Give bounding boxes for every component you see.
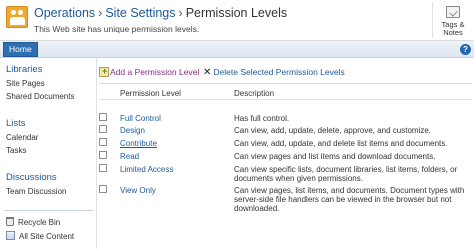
row-checkbox[interactable] <box>99 151 107 159</box>
breadcrumb-separator: › <box>98 6 103 20</box>
quick-launch-heading-libraries[interactable]: Libraries <box>6 64 42 75</box>
permission-description: Has full control. <box>234 114 290 123</box>
permission-description: Can view, add, update, delete, approve, … <box>234 126 432 135</box>
row-checkbox[interactable] <box>99 185 107 193</box>
permission-description: Can view pages and list items and downlo… <box>234 152 436 161</box>
delete-permission-levels-button[interactable]: ✕ Delete Selected Permission Levels <box>203 66 345 79</box>
breadcrumb-operations-link[interactable]: Operations <box>34 6 95 20</box>
permission-level-link[interactable]: View Only <box>120 186 156 195</box>
quick-launch-item-shared-documents[interactable]: Shared Documents <box>6 92 74 101</box>
quick-launch-item-team-discussion[interactable]: Team Discussion <box>6 187 66 196</box>
delete-permission-levels-label: Delete Selected Permission Levels <box>213 67 345 77</box>
permission-level-link[interactable]: Contribute <box>120 139 157 148</box>
permission-level-link[interactable]: Full Control <box>120 114 161 123</box>
toolbar-divider <box>99 83 472 84</box>
row-checkbox[interactable] <box>99 113 107 121</box>
quick-launch-heading-lists[interactable]: Lists <box>6 118 26 129</box>
permission-description: Can view, add, update, and delete list i… <box>234 139 448 148</box>
tags-notes-label: Tags & Notes <box>441 20 465 37</box>
unique-permissions-message: This Web site has unique permission leve… <box>34 24 200 34</box>
header-divider <box>99 99 472 100</box>
breadcrumb: Operations › Site Settings › Permission Leve… <box>34 6 287 20</box>
tag-icon <box>446 6 460 18</box>
permission-description: Can view pages, list items, and document… <box>234 186 465 213</box>
add-permission-level-button[interactable]: Add a Permission Level <box>99 65 200 78</box>
permission-toolbar: Add a Permission Level ✕Delete Selected … <box>97 65 474 80</box>
permission-level-link[interactable]: Limited Access <box>120 165 173 174</box>
quick-launch-item-tasks[interactable]: Tasks <box>6 146 26 155</box>
page-header: Operations › Site Settings › Permission Leve… <box>0 0 474 41</box>
recycle-bin-label: Recycle Bin <box>18 218 61 227</box>
permission-level-link[interactable]: Read <box>120 152 139 161</box>
all-site-content-icon <box>6 231 15 240</box>
all-site-content-label: All Site Content <box>19 232 75 241</box>
recycle-bin-icon <box>6 217 14 226</box>
top-navigation-bar: Home ? <box>0 41 474 58</box>
breadcrumb-site-settings-link[interactable]: Site Settings <box>105 6 175 20</box>
row-checkbox[interactable] <box>99 138 107 146</box>
quick-launch-divider <box>4 210 93 211</box>
add-icon <box>99 65 109 77</box>
breadcrumb-separator: › <box>178 6 183 20</box>
column-header-description: Description <box>234 89 275 98</box>
column-header-permission-level[interactable]: Permission Level <box>120 89 181 98</box>
site-logo[interactable] <box>6 6 28 28</box>
permission-description: Can view specific lists, document librar… <box>234 165 458 183</box>
page-title: Permission Levels <box>185 6 288 20</box>
quick-launch-item-site-pages[interactable]: Site Pages <box>6 79 45 88</box>
recycle-bin-link[interactable]: Recycle Bin <box>6 217 60 227</box>
tags-notes-button[interactable]: Tags & Notes <box>432 2 472 38</box>
home-tab[interactable]: Home <box>3 42 38 57</box>
main-content: Add a Permission Level ✕Delete Selected … <box>97 58 474 249</box>
all-site-content-link[interactable]: All Site Content <box>6 231 74 241</box>
quick-launch: Libraries Site Pages Shared Documents Li… <box>0 58 97 249</box>
add-permission-level-label: Add a Permission Level <box>110 67 200 77</box>
permission-level-link[interactable]: Design <box>120 126 145 135</box>
help-icon[interactable]: ? <box>460 44 471 55</box>
quick-launch-item-calendar[interactable]: Calendar <box>6 133 38 142</box>
quick-launch-heading-discussions[interactable]: Discussions <box>6 172 57 183</box>
row-checkbox[interactable] <box>99 125 107 133</box>
row-checkbox[interactable] <box>99 164 107 172</box>
delete-x-icon: ✕ <box>203 67 212 78</box>
